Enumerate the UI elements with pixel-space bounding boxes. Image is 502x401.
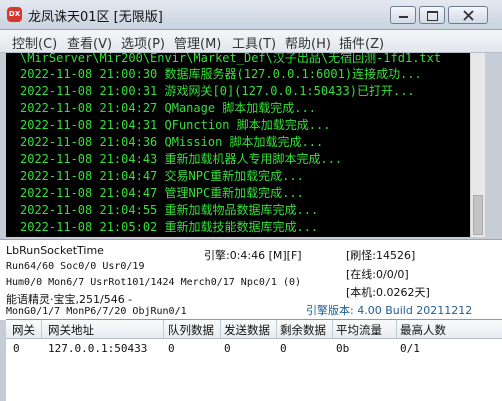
log-line: 2022-11-08 21:04:27 QManage 脚本加载完成... — [20, 101, 316, 115]
log-line: 2022-11-08 21:00:31 游戏网关[0](127.0.0.1:50… — [20, 84, 415, 98]
engine-time: 引擎:0:4:46 [M][F] — [204, 249, 302, 262]
cell-gateway: 0 — [13, 342, 20, 355]
local-time: [本机:0.0262天] — [346, 286, 430, 299]
cell-queue: 0 — [168, 342, 175, 355]
engine-version: 引擎版本: 4.00 Build 20211212 — [306, 304, 473, 317]
log-line: 2022-11-08 21:05:02 重新加载技能数据库完成... — [20, 220, 319, 234]
log-line: 2022-11-08 21:04:36 QMission 脚本加载完成... — [20, 135, 324, 149]
log-line: 2022-11-08 21:04:47 交易NPC重新加载完成... — [20, 169, 304, 183]
log-line: 2022-11-08 21:04:47 管理NPC重新加载完成... — [20, 186, 304, 200]
col-max-users[interactable]: 最高人数 — [400, 322, 446, 338]
col-sent[interactable]: 发送数据 — [224, 322, 270, 338]
menu-manage[interactable]: 管理(M) — [174, 33, 221, 52]
menu-view[interactable]: 查看(V) — [67, 33, 112, 52]
col-remaining[interactable]: 剩余数据 — [280, 322, 326, 338]
genie-info: 能语精灵·宝宝,251/546 - — [6, 293, 133, 306]
minimize-button[interactable] — [390, 6, 416, 24]
run-stats: Run64/60 Soc0/0 Usr0/19 — [6, 261, 145, 272]
status-panel: LbRunSocketTime 引擎:0:4:46 [M][F] [刷怪:145… — [0, 239, 502, 320]
refresh-count: [刷怪:14526] — [346, 249, 416, 262]
menu-bar: 控制(C) 查看(V) 选项(P) 管理(M) 工具(T) 帮助(H) 插件(Z… — [0, 30, 502, 53]
cell-address: 127.0.0.1:50433 — [48, 342, 148, 355]
close-icon — [463, 10, 474, 21]
gateway-table[interactable]: 网关 网关地址 队列数据 发送数据 剩余数据 平均流量 最高人数 0 127.0… — [6, 319, 502, 401]
col-gateway[interactable]: 网关 — [12, 322, 35, 338]
window-title: 龙凤诛天01区 [无限版] — [28, 10, 163, 25]
menu-plugins[interactable]: 插件(Z) — [339, 33, 384, 52]
menu-tools[interactable]: 工具(T) — [232, 33, 276, 52]
app-icon: DX — [7, 7, 22, 22]
cell-max-users: 0/1 — [400, 342, 420, 355]
table-header: 网关 网关地址 队列数据 发送数据 剩余数据 平均流量 最高人数 — [6, 320, 502, 339]
col-avg-traffic[interactable]: 平均流量 — [336, 322, 382, 338]
menu-options[interactable]: 选项(P) — [121, 33, 165, 52]
scrollbar-thumb[interactable] — [473, 195, 483, 235]
maximize-button[interactable] — [419, 6, 445, 24]
online-count: [在线:0/0/0] — [346, 268, 409, 281]
log-line: 2022-11-08 21:00:30 数据库服务器(127.0.0.1:600… — [20, 67, 422, 81]
log-line: 2022-11-08 21:04:43 重新加载机器人专用脚本完成... — [20, 152, 343, 166]
log-line: 2022-11-08 21:04:31 QFunction 脚本加载完成... — [20, 118, 331, 132]
close-button[interactable] — [448, 6, 488, 24]
cell-sent: 0 — [224, 342, 231, 355]
cell-remaining: 0 — [280, 342, 287, 355]
col-queue[interactable]: 队列数据 — [168, 322, 214, 338]
menu-help[interactable]: 帮助(H) — [285, 33, 331, 52]
hum-stats: Hum0/0 Mon6/7 UsrRot101/1424 Merch0/17 N… — [6, 277, 302, 288]
socket-time-label: LbRunSocketTime — [6, 244, 104, 257]
col-address[interactable]: 网关地址 — [48, 322, 94, 338]
menu-control[interactable]: 控制(C) — [12, 33, 57, 52]
maximize-icon — [427, 11, 438, 21]
minimize-icon — [399, 16, 408, 18]
mon-stats: MonG0/1/7 MonP6/7/20 ObjRun0/1 — [6, 306, 187, 317]
log-scrollbar[interactable] — [470, 53, 485, 237]
log-line: 2022-11-08 21:04:55 重新加载物品数据库完成... — [20, 203, 319, 217]
log-panel[interactable]: \MirServer\Mir200\Envir\Market_Def\汉子出品\… — [6, 53, 470, 237]
cell-avg-traffic: 0b — [336, 342, 350, 355]
title-bar: DX 龙凤诛天01区 [无限版] — [0, 0, 502, 30]
